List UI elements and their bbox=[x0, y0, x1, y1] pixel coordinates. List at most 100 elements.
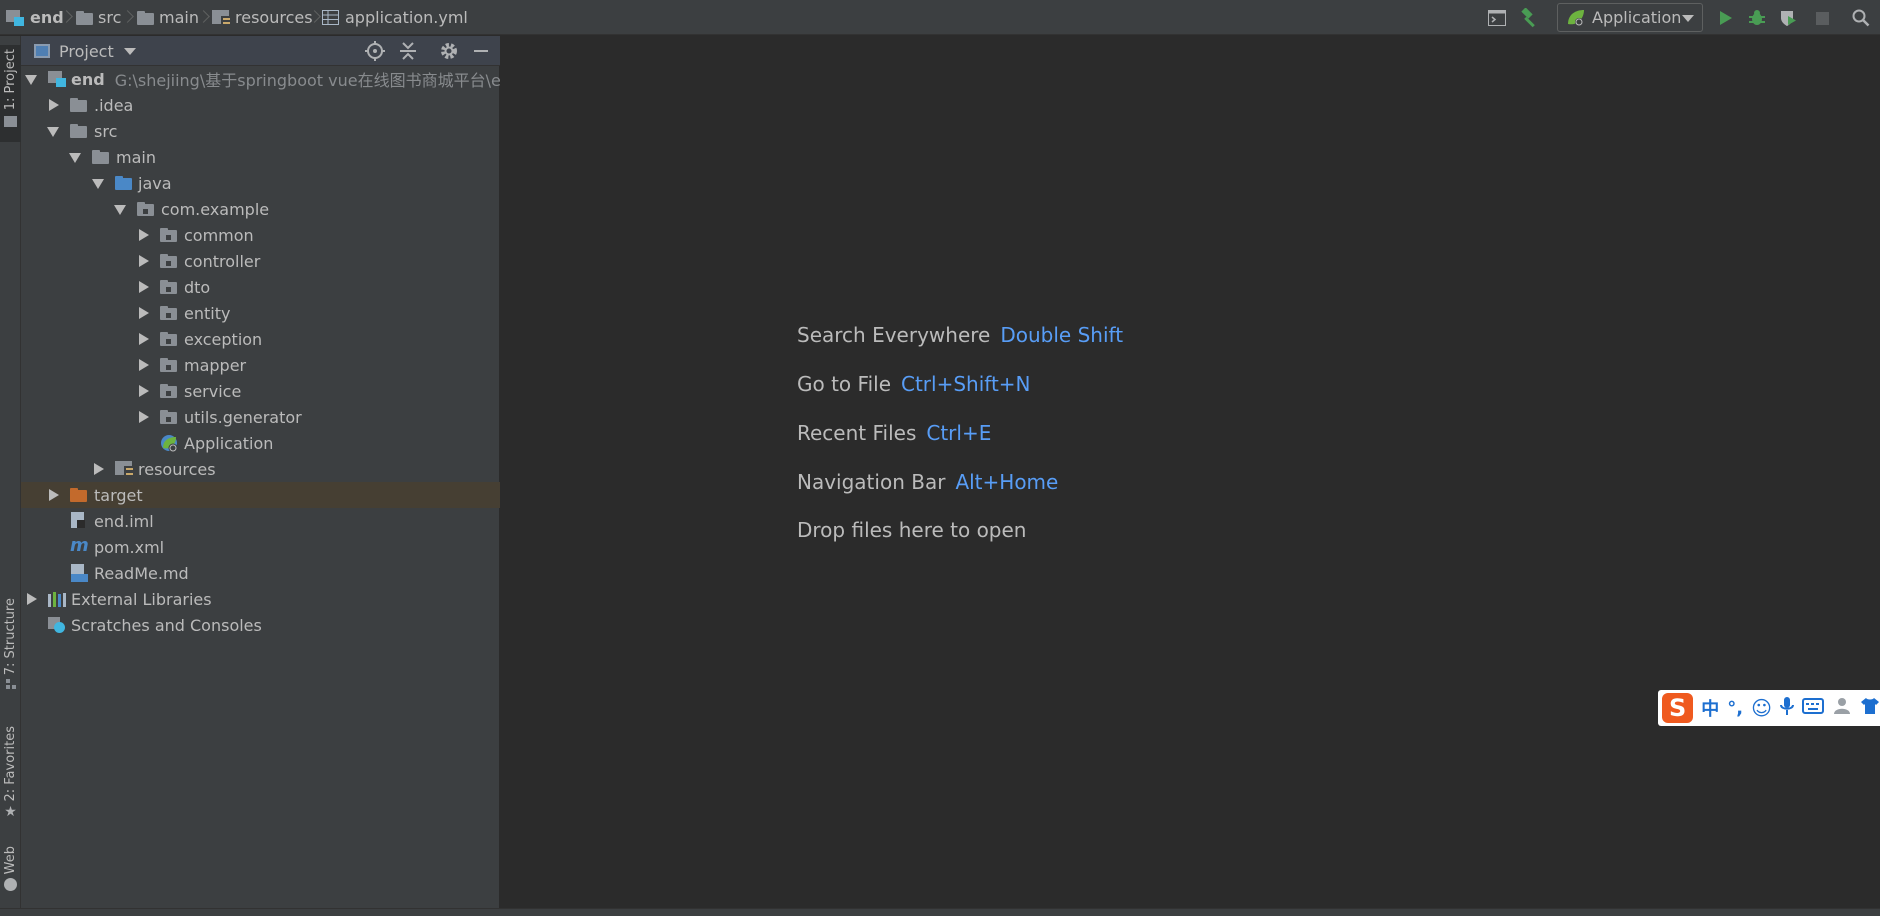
tool-tab-favorites[interactable]: 2: Favorites ★ bbox=[0, 726, 21, 826]
hint-label: Navigation Bar bbox=[797, 470, 946, 494]
microphone-icon[interactable] bbox=[1780, 696, 1794, 721]
ime-toolbar: S 中 °, ☺ bbox=[1658, 690, 1880, 726]
left-tool-window-strip: 1: Project 7: Structure 2: Favorites ★ W… bbox=[0, 36, 21, 908]
editor-empty-area[interactable]: Search Everywhere Double Shift Go to File… bbox=[501, 36, 1880, 908]
tree-item-pom-xml[interactable]: m pom.xml bbox=[21, 534, 500, 560]
tree-item-idea[interactable]: .idea bbox=[21, 92, 500, 118]
stop-button[interactable] bbox=[1810, 6, 1834, 30]
hint-shortcut: Ctrl+Shift+N bbox=[901, 372, 1031, 396]
hint-navigation-bar: Navigation Bar Alt+Home bbox=[797, 470, 1058, 494]
package-icon bbox=[160, 254, 177, 268]
package-icon bbox=[137, 202, 154, 216]
run-with-coverage-button[interactable] bbox=[1776, 6, 1800, 30]
tree-item-common[interactable]: common bbox=[21, 222, 500, 248]
tree-item-scratches-and-consoles[interactable]: Scratches and Consoles bbox=[21, 612, 500, 638]
breadcrumb-item-main[interactable]: main bbox=[137, 0, 199, 35]
hint-shortcut: Ctrl+E bbox=[926, 421, 992, 445]
collapsed-arrow-icon bbox=[139, 307, 149, 319]
ime-mode-toggle[interactable]: 中 bbox=[1701, 695, 1719, 721]
tree-item-application[interactable]: Application bbox=[21, 430, 500, 456]
tree-item-service[interactable]: service bbox=[21, 378, 500, 404]
maven-file-icon: m bbox=[70, 535, 89, 556]
keyboard-icon[interactable] bbox=[1802, 697, 1824, 719]
tree-item-utils-generator[interactable]: utils.generator bbox=[21, 404, 500, 430]
module-path: G:\shejiing\基于springboot vue在线图书商城平台\end bbox=[114, 71, 522, 90]
excluded-folder-icon bbox=[70, 488, 87, 502]
terminal-icon bbox=[1488, 10, 1506, 26]
tree-item-label: Scratches and Consoles bbox=[71, 615, 262, 635]
user-icon[interactable] bbox=[1832, 697, 1852, 720]
collapsed-arrow-icon bbox=[94, 463, 104, 475]
spring-boot-class-icon bbox=[160, 434, 179, 453]
tree-item-java[interactable]: java bbox=[21, 170, 500, 196]
tool-tab-project[interactable]: 1: Project bbox=[0, 45, 21, 142]
collapsed-arrow-icon bbox=[49, 489, 59, 501]
tree-item-readme-md[interactable]: ReadMe.md bbox=[21, 560, 500, 586]
run-configuration-select[interactable]: Application bbox=[1557, 3, 1703, 32]
debug-button[interactable] bbox=[1745, 6, 1769, 30]
package-icon bbox=[160, 228, 177, 242]
scratches-icon bbox=[48, 617, 66, 633]
libraries-icon bbox=[48, 591, 66, 607]
tree-item-label: .idea bbox=[94, 95, 134, 115]
package-icon bbox=[160, 332, 177, 346]
terminal-button[interactable] bbox=[1485, 6, 1509, 30]
spring-boot-icon bbox=[1566, 8, 1586, 28]
bug-icon bbox=[1749, 10, 1765, 25]
tool-tab-label: 2: Favorites bbox=[3, 726, 18, 802]
breadcrumb-item-resources[interactable]: resources bbox=[212, 0, 313, 35]
folder-icon bbox=[92, 150, 109, 164]
tree-item-resources[interactable]: resources bbox=[21, 456, 500, 482]
breadcrumb-separator bbox=[123, 9, 131, 27]
collapsed-arrow-icon bbox=[27, 593, 37, 605]
expand-arrow-icon bbox=[114, 205, 126, 215]
tree-item-mapper[interactable]: mapper bbox=[21, 352, 500, 378]
tree-item-exception[interactable]: exception bbox=[21, 326, 500, 352]
globe-icon bbox=[4, 878, 17, 892]
tree-item-main[interactable]: main bbox=[21, 144, 500, 170]
tree-item-src[interactable]: src bbox=[21, 118, 500, 144]
hide-panel-button[interactable] bbox=[470, 40, 492, 62]
ime-punctuation-toggle[interactable]: °, bbox=[1727, 698, 1743, 719]
breadcrumb-item-src[interactable]: src bbox=[76, 0, 121, 35]
locate-file-button[interactable] bbox=[364, 40, 386, 62]
project-tool-window: Project end G:\shejiing\基于springboot vue在… bbox=[21, 36, 521, 908]
star-icon: ★ bbox=[4, 803, 17, 820]
emoji-icon[interactable]: ☺ bbox=[1751, 696, 1772, 720]
breadcrumb-separator bbox=[310, 9, 318, 27]
tool-tab-label: Web bbox=[3, 846, 18, 875]
resources-folder-icon bbox=[115, 461, 133, 477]
panel-settings-button[interactable] bbox=[438, 40, 460, 62]
build-button[interactable] bbox=[1518, 6, 1542, 30]
tree-item-end-iml[interactable]: end.iml bbox=[21, 508, 500, 534]
skin-shirt-icon[interactable] bbox=[1860, 697, 1880, 720]
search-everywhere-button[interactable] bbox=[1849, 6, 1873, 30]
tree-item-entity[interactable]: entity bbox=[21, 300, 500, 326]
tree-item-controller[interactable]: controller bbox=[21, 248, 500, 274]
tree-item-label: Application bbox=[184, 433, 274, 453]
tree-item-end[interactable]: end G:\shejiing\基于springboot vue在线图书商城平台\… bbox=[21, 66, 521, 92]
breadcrumb-label: resources bbox=[235, 8, 313, 27]
hint-search-everywhere: Search Everywhere Double Shift bbox=[797, 323, 1123, 347]
breadcrumb-item-end[interactable]: end bbox=[6, 0, 64, 35]
sogou-logo-icon[interactable]: S bbox=[1662, 693, 1694, 723]
package-icon bbox=[160, 410, 177, 424]
tree-item-target[interactable]: target bbox=[21, 482, 500, 508]
breadcrumb-label: main bbox=[159, 8, 199, 27]
tool-tab-web[interactable]: Web bbox=[0, 846, 21, 902]
tree-item-com-example[interactable]: com.example bbox=[21, 196, 500, 222]
hint-shortcut: Double Shift bbox=[1000, 323, 1124, 347]
tool-tab-label: 1: Project bbox=[3, 49, 18, 111]
project-panel-header: Project bbox=[21, 36, 500, 66]
ime-logo-letter: S bbox=[1669, 694, 1687, 722]
tool-tab-label: 7: Structure bbox=[3, 598, 18, 676]
project-view-selector[interactable]: Project bbox=[59, 36, 136, 66]
package-icon bbox=[160, 384, 177, 398]
collapsed-arrow-icon bbox=[139, 255, 149, 267]
tool-tab-structure[interactable]: 7: Structure bbox=[0, 598, 21, 696]
tree-item-dto[interactable]: dto bbox=[21, 274, 500, 300]
breadcrumb-item-application-yml[interactable]: application.yml bbox=[322, 0, 468, 35]
tree-item-external-libraries[interactable]: External Libraries bbox=[21, 586, 500, 612]
collapse-all-button[interactable] bbox=[397, 40, 419, 62]
run-button[interactable] bbox=[1714, 6, 1738, 30]
